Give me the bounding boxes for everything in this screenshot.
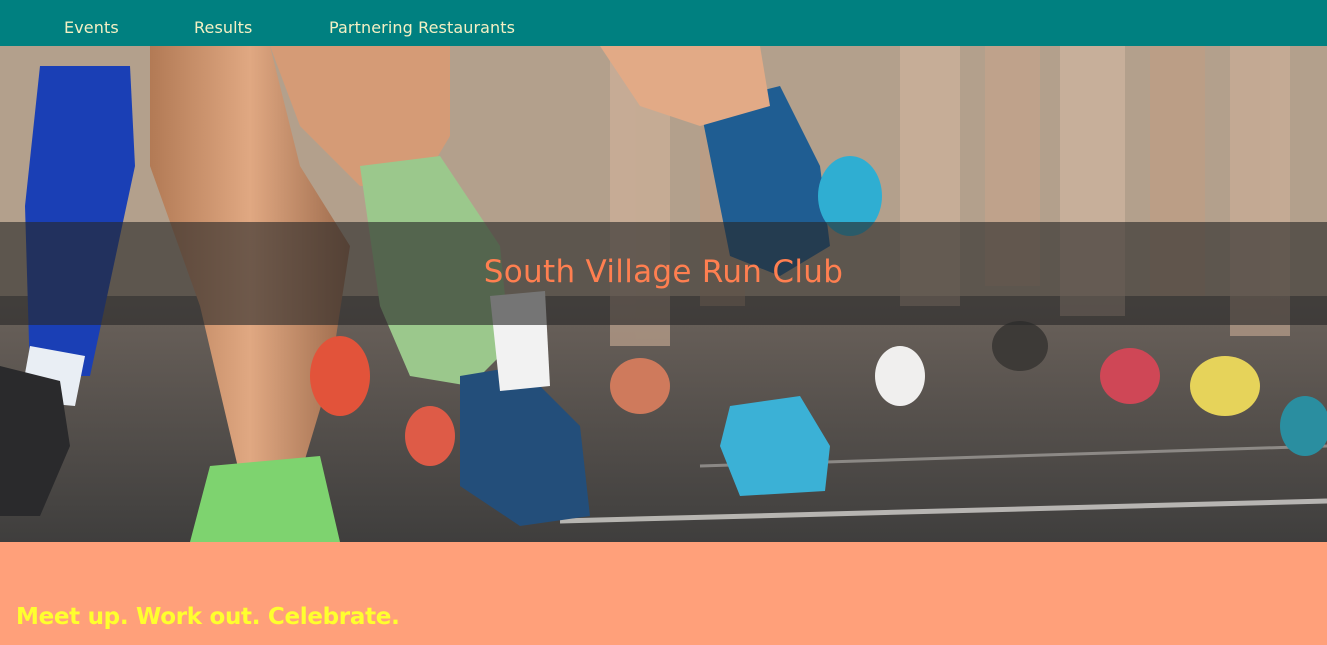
nav-link-partnering-restaurants[interactable]: Partnering Restaurants [329,0,515,46]
hero-banner: South Village Run Club [0,46,1327,542]
nav-link-events[interactable]: Events [64,0,119,46]
intro-section: Meet up. Work out. Celebrate. [0,542,1327,645]
tagline: Meet up. Work out. Celebrate. [16,604,400,630]
top-navbar: Events Results Partnering Restaurants [0,0,1327,46]
title-overlay: South Village Run Club [0,222,1327,325]
site-title: South Village Run Club [483,254,844,290]
nav-link-results[interactable]: Results [194,0,252,46]
